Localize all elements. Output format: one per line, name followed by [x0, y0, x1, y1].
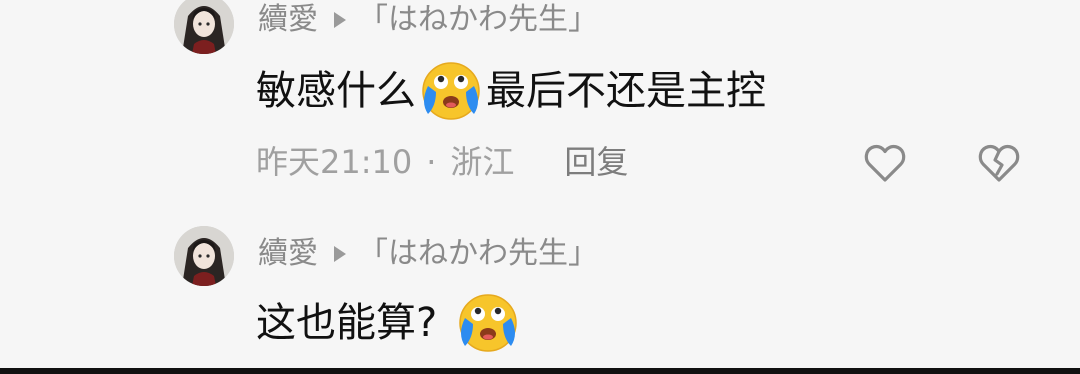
avatar-image	[174, 0, 234, 54]
reply-to-name[interactable]: 「はねかわ先生」	[358, 234, 598, 274]
reply-arrow-icon	[334, 246, 346, 262]
comment-text-part: 敏感什么	[256, 68, 416, 114]
comment-reply: 續愛 「はねかわ先生」 敏感什么 最后不还是主控 昨天21:10 · 浙江 回复	[0, 0, 1080, 200]
comment-text: 这也能算?	[256, 290, 523, 356]
comment-meta: 昨天21:10 · 浙江 回复	[256, 140, 628, 184]
timestamp: 昨天21:10	[256, 143, 413, 181]
reply-button[interactable]: 回复	[564, 140, 628, 184]
bottom-divider	[0, 368, 1080, 374]
reply-to-name[interactable]: 「はねかわ先生」	[358, 0, 598, 40]
meta-separator: ·	[426, 143, 437, 181]
author-name[interactable]: 續愛	[258, 234, 318, 274]
author-line: 續愛 「はねかわ先生」	[258, 0, 598, 40]
avatar[interactable]	[174, 226, 234, 286]
author-line: 續愛 「はねかわ先生」	[258, 234, 598, 274]
comment-text: 敏感什么 最后不还是主控	[256, 58, 766, 124]
crying-face-emoji-icon	[455, 290, 521, 356]
comment-reply: 續愛 「はねかわ先生」 这也能算?	[0, 212, 1080, 362]
crying-face-emoji-icon	[418, 58, 484, 124]
comment-text-part: 最后不还是主控	[486, 68, 766, 114]
location: 浙江	[450, 143, 515, 181]
avatar-image	[174, 226, 234, 286]
broken-heart-icon[interactable]	[976, 140, 1022, 186]
reply-arrow-icon	[334, 12, 346, 28]
avatar[interactable]	[174, 0, 234, 54]
author-name[interactable]: 續愛	[258, 0, 318, 40]
heart-outline-icon[interactable]	[862, 140, 908, 186]
comment-text-part: 这也能算?	[256, 300, 438, 346]
